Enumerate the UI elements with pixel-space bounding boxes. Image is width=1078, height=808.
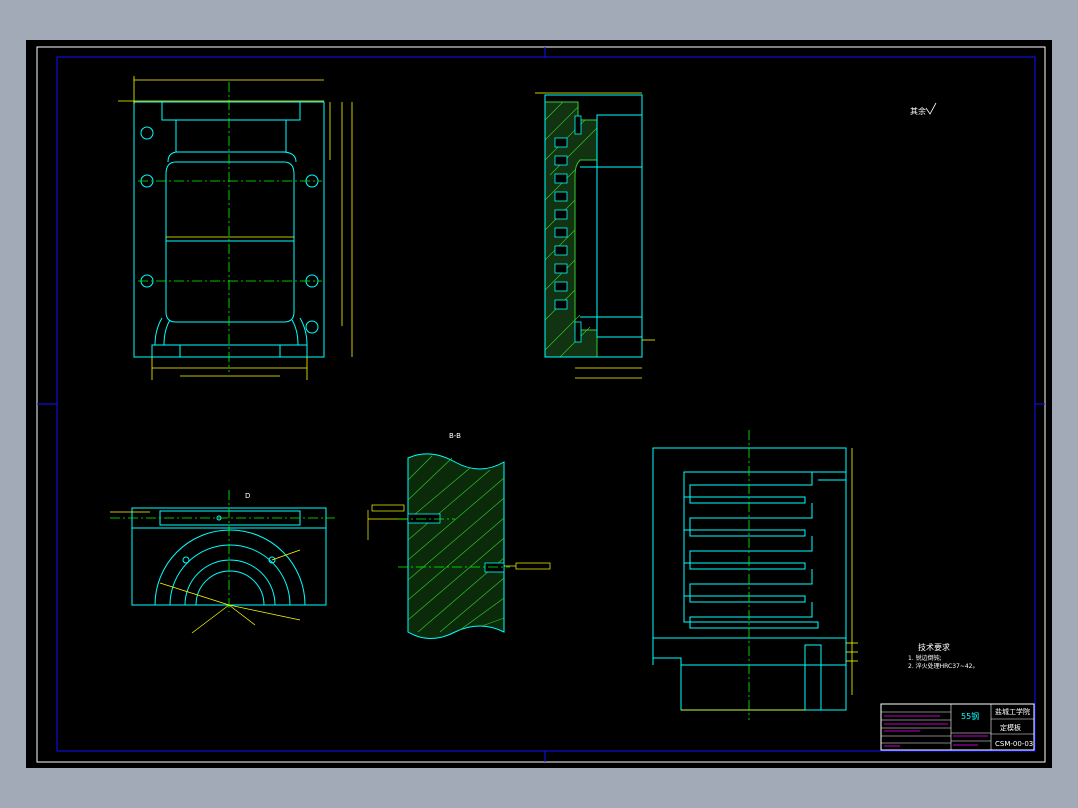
title-part-name: 定模板 xyxy=(1000,723,1021,732)
section-label-bb: B-B xyxy=(449,432,461,440)
title-block: 55钢 盐城工学院 定模板 CSM-00-03 xyxy=(880,703,1035,751)
title-material: 55钢 xyxy=(961,711,979,721)
tech-req-title: 技术要求 xyxy=(918,642,950,652)
title-school: 盐城工学院 xyxy=(995,707,1030,716)
section-label-d: D xyxy=(245,492,250,500)
tech-req-item-2: 2. 淬火处理HRC37~42。 xyxy=(908,662,979,670)
drawing-sheet xyxy=(26,40,1052,768)
cad-drawing-canvas[interactable]: 其余 D B-B 技术要求 1. 锐边倒钝; 2. 淬火处理HRC37~42。 … xyxy=(0,0,1078,808)
tech-req-item-1: 1. 锐边倒钝; xyxy=(908,654,942,662)
detail-section-view xyxy=(407,453,505,639)
roughness-note: 其余 xyxy=(910,106,926,116)
title-drawing-number: CSM-00-03 xyxy=(995,740,1033,748)
